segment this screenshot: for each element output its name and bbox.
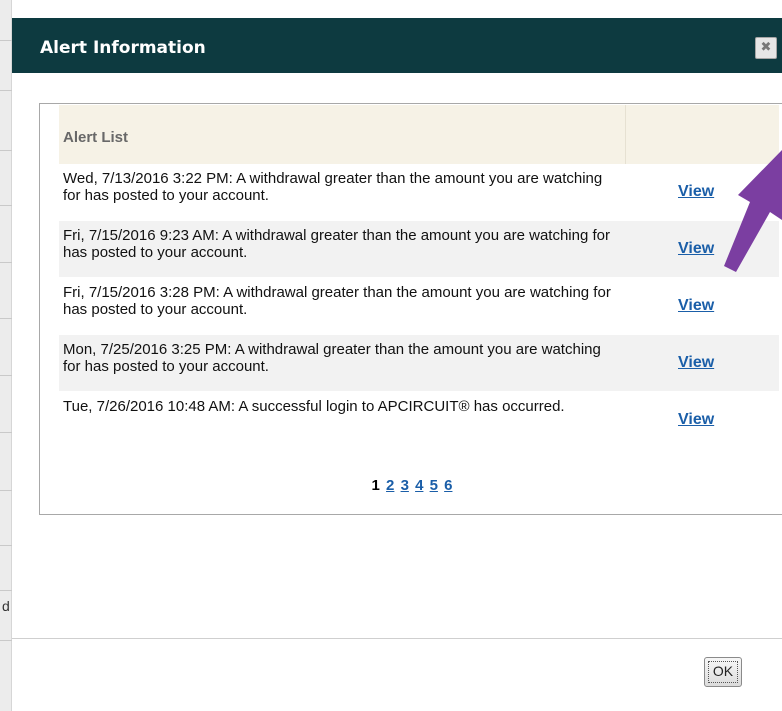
close-button[interactable]: ✖ [755, 37, 777, 59]
page-link-4[interactable]: 4 [415, 477, 423, 494]
dialog-footer-divider [12, 638, 782, 639]
view-alert-link[interactable]: View [678, 183, 714, 201]
alert-message: Fri, 7/15/2016 3:28 PM: A withdrawal gre… [63, 284, 611, 318]
alert-list-panel: Alert List Wed, 7/13/2016 3:22 PM: A wit… [39, 103, 782, 515]
column-divider [625, 105, 626, 164]
background-divider [0, 40, 12, 41]
background-divider [0, 375, 12, 376]
dialog-titlebar: Alert Information ✖ [12, 18, 782, 73]
background-text: d [2, 598, 10, 614]
alert-information-dialog: Alert Information ✖ Alert List Wed, 7/13… [12, 8, 782, 711]
alert-list: Alert List Wed, 7/13/2016 3:22 PM: A wit… [59, 105, 779, 449]
view-alert-link[interactable]: View [678, 411, 714, 429]
alert-message: Wed, 7/13/2016 3:22 PM: A withdrawal gre… [63, 170, 603, 204]
alert-message: Fri, 7/15/2016 9:23 AM: A withdrawal gre… [63, 227, 610, 261]
background-divider [0, 490, 12, 491]
alert-list-title: Alert List [63, 129, 129, 146]
page-current: 1 [371, 477, 380, 494]
alert-row: Tue, 7/26/2016 10:48 AM: A successful lo… [59, 392, 779, 449]
close-icon: ✖ [760, 40, 772, 55]
background-divider [0, 432, 12, 433]
background-divider [0, 590, 12, 591]
alert-row: Fri, 7/15/2016 9:23 AM: A withdrawal gre… [59, 221, 779, 278]
ok-button[interactable]: OK [704, 657, 742, 687]
alert-row: Fri, 7/15/2016 3:28 PM: A withdrawal gre… [59, 278, 779, 335]
alert-list-header: Alert List [59, 105, 779, 164]
background-divider [0, 545, 12, 546]
page-link-2[interactable]: 2 [386, 477, 394, 494]
page-link-3[interactable]: 3 [401, 477, 409, 494]
background-divider [0, 90, 12, 91]
alert-row: Mon, 7/25/2016 3:25 PM: A withdrawal gre… [59, 335, 779, 392]
page-link-5[interactable]: 5 [430, 477, 438, 494]
view-alert-link[interactable]: View [678, 240, 714, 258]
pagination: 1 2 3 4 5 6 [40, 477, 782, 494]
alert-message: Mon, 7/25/2016 3:25 PM: A withdrawal gre… [63, 341, 601, 375]
background-divider [0, 318, 12, 319]
alert-row: Wed, 7/13/2016 3:22 PM: A withdrawal gre… [59, 164, 779, 221]
dialog-title: Alert Information [40, 38, 206, 58]
background-divider [0, 150, 12, 151]
background-divider [0, 205, 12, 206]
background-divider [0, 640, 12, 641]
view-alert-link[interactable]: View [678, 354, 714, 372]
alert-message: Tue, 7/26/2016 10:48 AM: A successful lo… [63, 398, 565, 415]
page-link-6[interactable]: 6 [444, 477, 452, 494]
background-divider [0, 262, 12, 263]
focus-ring [708, 661, 738, 683]
view-alert-link[interactable]: View [678, 297, 714, 315]
